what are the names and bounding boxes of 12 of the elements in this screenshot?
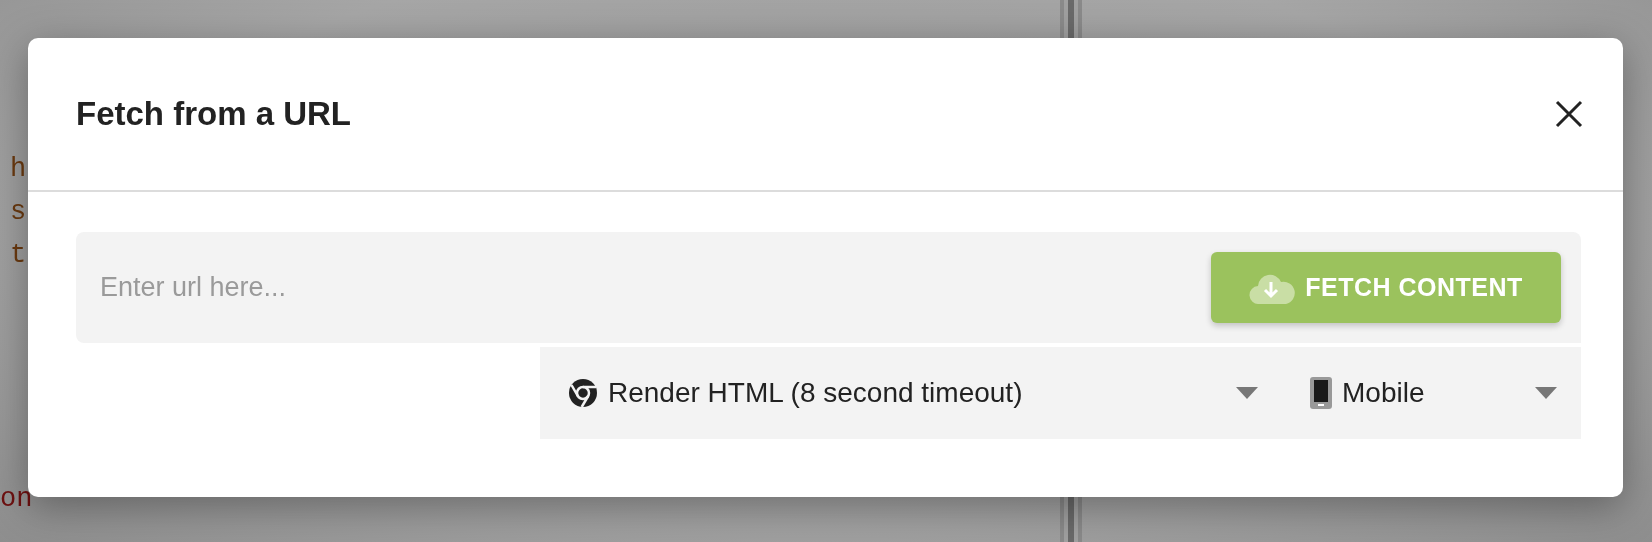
close-icon <box>1555 100 1583 128</box>
code-text: s <box>10 196 28 229</box>
caret-icon <box>1535 387 1557 399</box>
code-text: h <box>10 153 28 186</box>
dialog-title: Fetch from a URL <box>76 95 352 133</box>
aperture-icon <box>568 378 598 408</box>
code-text: t <box>10 239 28 272</box>
phone-icon <box>1310 377 1332 409</box>
caret-icon <box>1236 387 1258 399</box>
dropdown[interactable]: Mobile <box>1282 347 1581 439</box>
code-text: on <box>0 484 34 514</box>
dropdown[interactable]: Render HTML (8 second timeout) <box>540 347 1282 439</box>
